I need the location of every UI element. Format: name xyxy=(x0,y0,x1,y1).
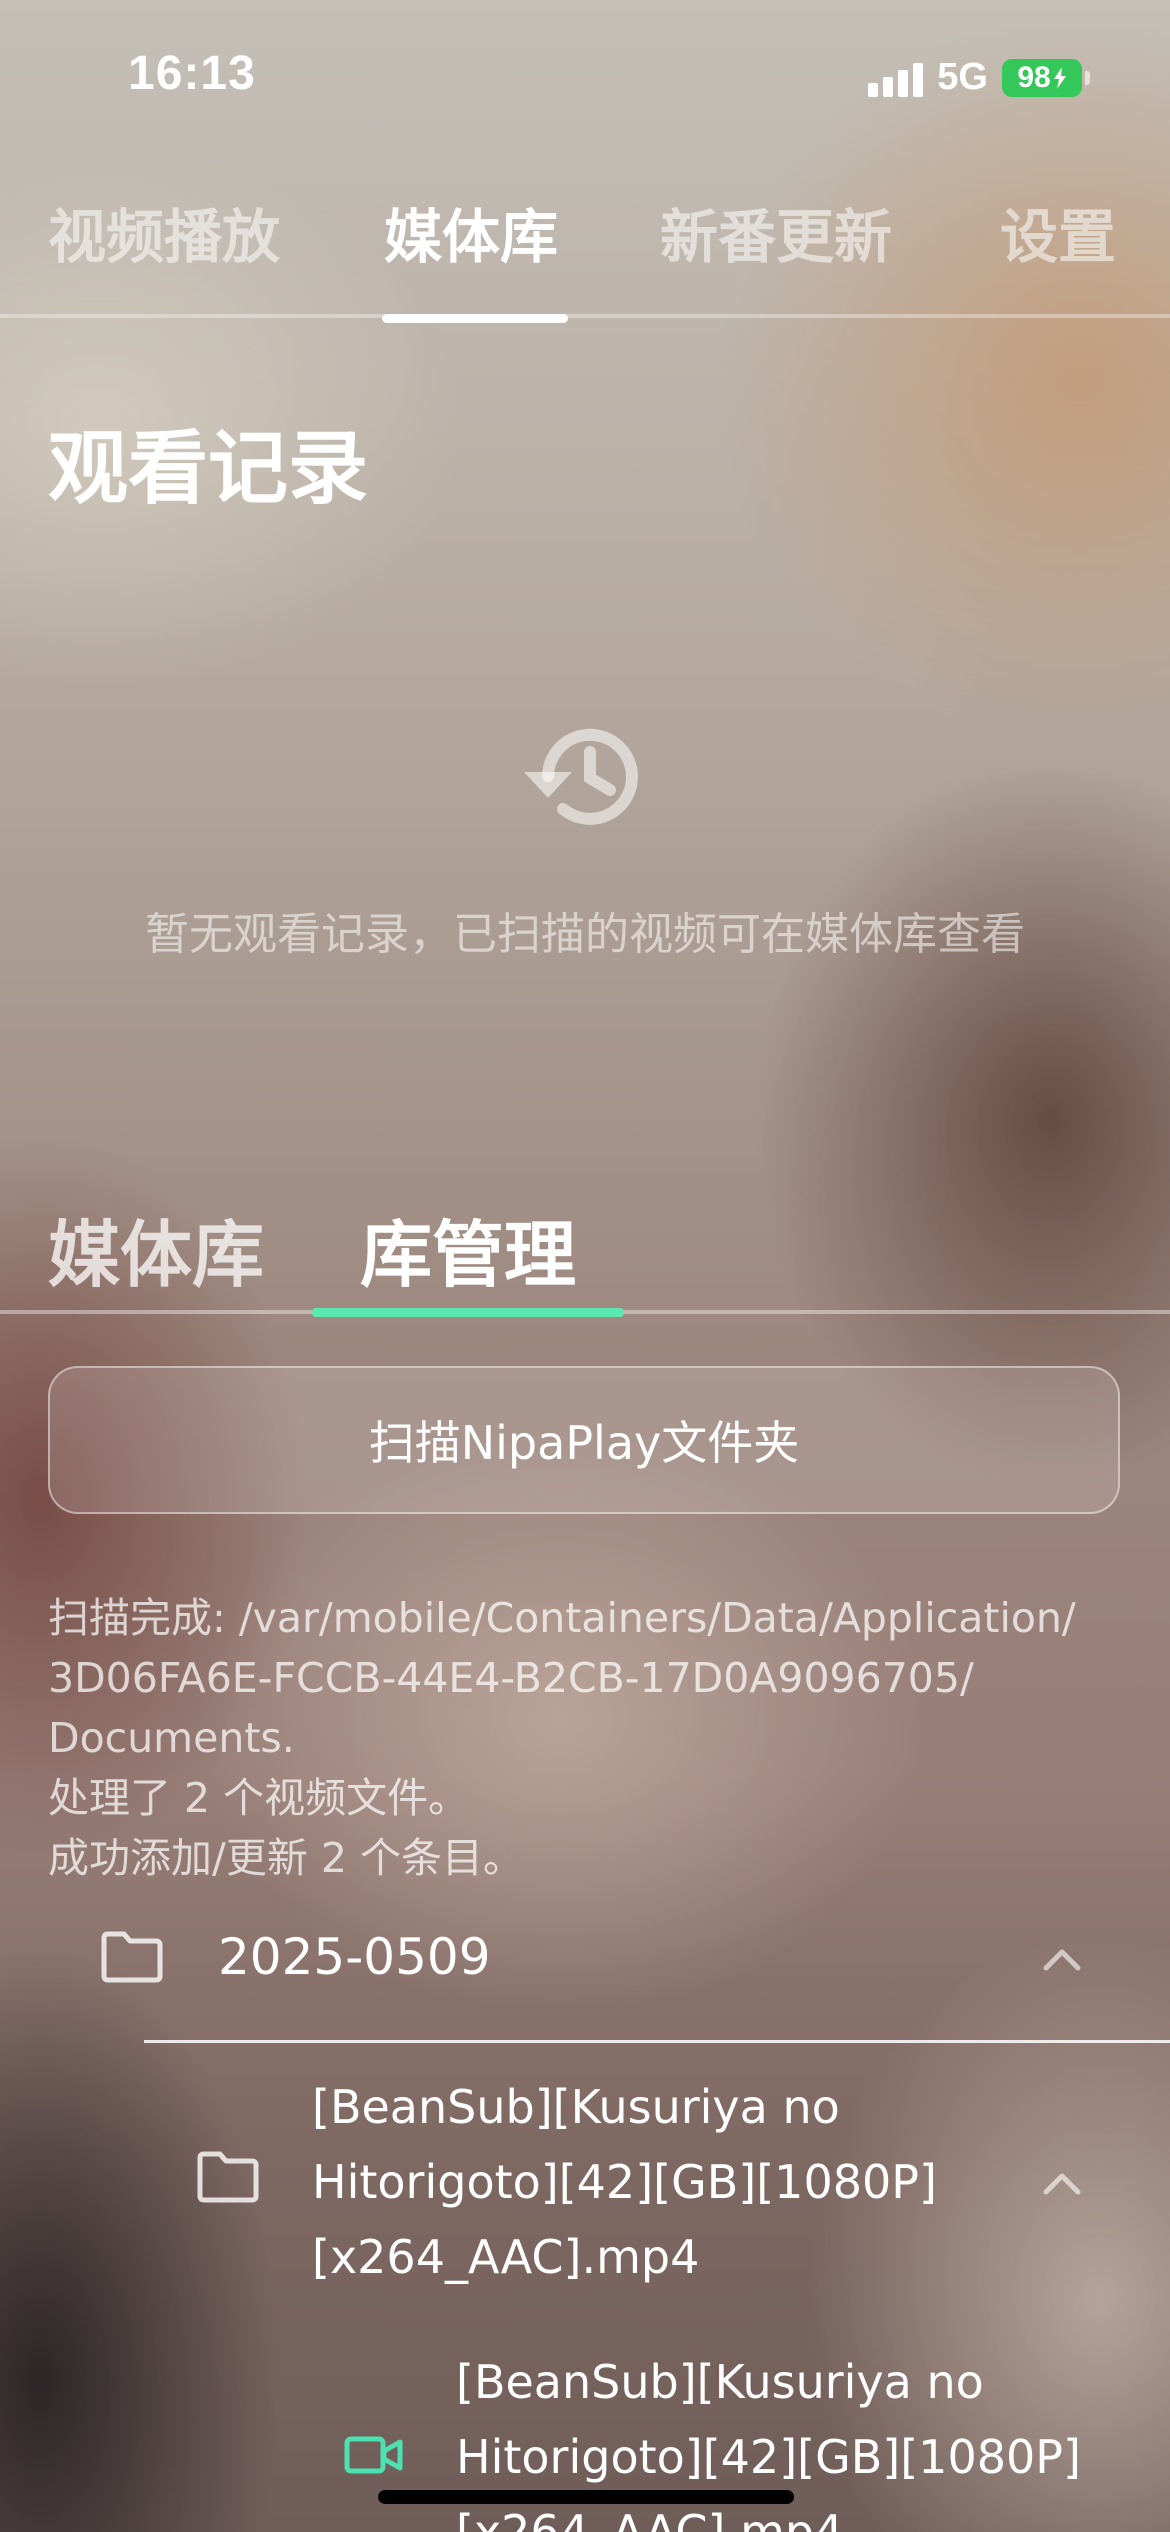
folder-divider xyxy=(144,2040,1170,2043)
tab-library[interactable]: 媒体库 xyxy=(48,1196,264,1301)
tab-media-library[interactable]: 媒体库 xyxy=(384,190,558,274)
subfolder-name-line: [BeanSub][Kusuriya no xyxy=(312,2080,840,2134)
subfolder-name: [BeanSub][Kusuriya no Hitorigoto][42][GB… xyxy=(312,2070,937,2295)
scan-log-line: 处理了 2 个视频文件。 xyxy=(48,1774,470,1822)
home-indicator[interactable] xyxy=(378,2490,794,2504)
status-indicators: 5G 98 xyxy=(868,56,1090,99)
scan-folder-button[interactable]: 扫描NipaPlay文件夹 xyxy=(48,1366,1120,1514)
folder-name: 2025-0509 xyxy=(218,1928,491,1986)
video-file-name-line: [BeanSub][Kusuriya no xyxy=(456,2355,984,2409)
battery-icon: 98 xyxy=(1002,58,1090,97)
scan-log-line: 3D06FA6E-FCCB-44E4-B2CB-17D0A9096705/ xyxy=(48,1654,974,1702)
folder-icon xyxy=(197,2151,259,2203)
battery-level: 98 xyxy=(1017,60,1051,94)
tab-settings[interactable]: 设置 xyxy=(1000,190,1116,274)
empty-history-message: 暂无观看记录，已扫描的视频可在媒体库查看 xyxy=(145,909,1025,960)
video-file-name-line: Hitorigoto][42][GB][1080P] xyxy=(456,2430,1081,2484)
tab-library-management[interactable]: 库管理 xyxy=(360,1196,576,1301)
folder-row[interactable]: 2025-0509 xyxy=(0,1920,1170,2000)
subfolder-name-line: Hitorigoto][42][GB][1080P] xyxy=(312,2155,937,2209)
top-tab-divider xyxy=(0,314,1170,318)
history-title: 观看记录 xyxy=(48,422,368,515)
video-camera-icon xyxy=(344,2436,403,2474)
folder-icon xyxy=(101,1931,163,1983)
charging-bolt-icon xyxy=(1053,66,1066,89)
tab-video-playback[interactable]: 视频播放 xyxy=(48,190,280,274)
history-icon xyxy=(524,728,638,825)
top-tab-indicator xyxy=(382,314,568,323)
top-tab-bar: 视频播放 媒体库 新番更新 设置 xyxy=(0,190,1170,320)
scan-log-line: 成功添加/更新 2 个条目。 xyxy=(48,1834,524,1882)
tab-new-anime-updates[interactable]: 新番更新 xyxy=(660,190,892,274)
subfolder-name-line: [x264_AAC].mp4 xyxy=(312,2230,700,2284)
scan-log: 扫描完成: /var/mobile/Containers/Data/Applic… xyxy=(48,1588,1128,1888)
chevron-up-icon[interactable] xyxy=(1042,2170,1082,2196)
scan-log-line: 扫描完成: /var/mobile/Containers/Data/Applic… xyxy=(48,1594,1076,1642)
signal-icon xyxy=(868,59,924,97)
status-time: 16:13 xyxy=(128,47,256,100)
subfolder-row[interactable]: [BeanSub][Kusuriya no Hitorigoto][42][GB… xyxy=(0,2070,1170,2310)
chevron-up-icon[interactable] xyxy=(1042,1946,1082,1972)
network-label: 5G xyxy=(937,56,988,98)
library-tab-indicator xyxy=(312,1308,624,1317)
scan-log-line: Documents. xyxy=(48,1714,295,1762)
